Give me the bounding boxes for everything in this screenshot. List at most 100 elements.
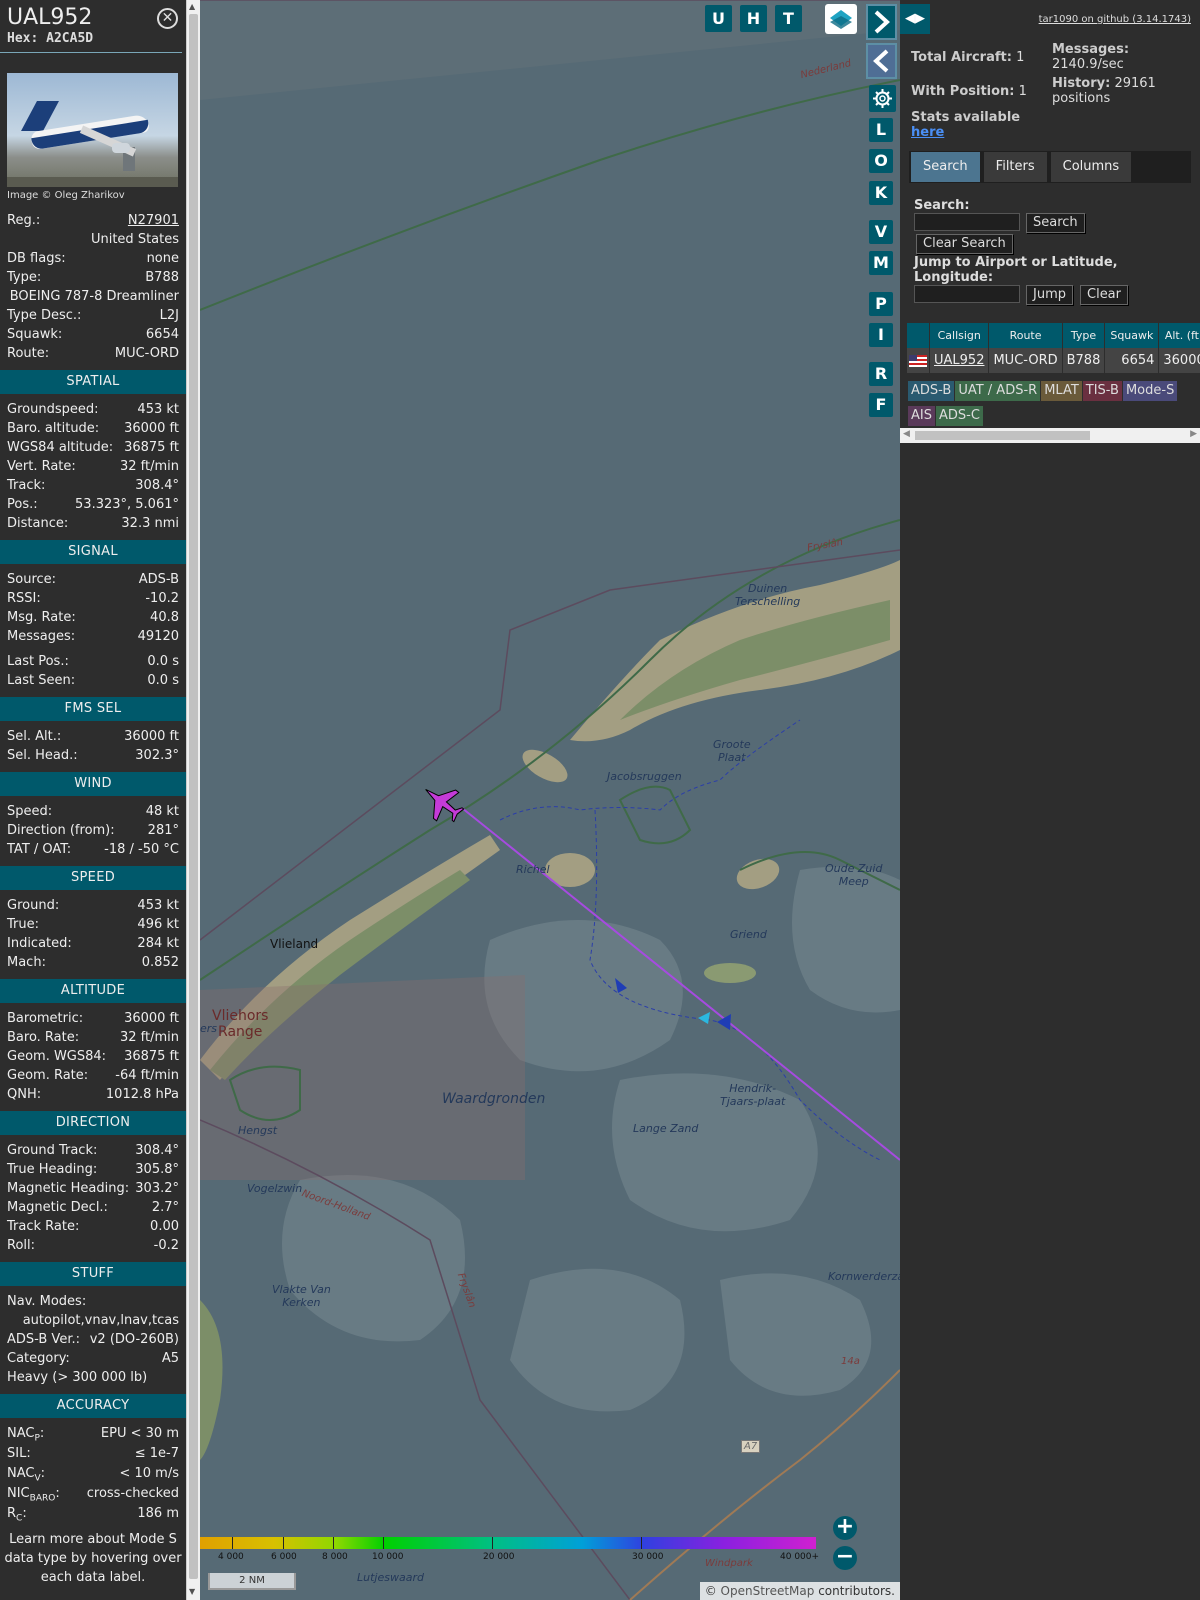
info-label: Last Pos.: bbox=[7, 654, 69, 669]
section-header-fms-sel[interactable]: FMS SEL bbox=[0, 697, 186, 721]
clear-jump-button[interactable]: Clear bbox=[1080, 285, 1128, 305]
map-toggle-m-button[interactable]: M bbox=[869, 251, 893, 275]
map-place-label: ers bbox=[200, 1022, 218, 1035]
zoom-out-button[interactable]: − bbox=[833, 1546, 857, 1570]
scroll-right-icon[interactable]: ▶ bbox=[1190, 429, 1197, 439]
map-toggle-l-button[interactable]: L bbox=[869, 118, 893, 142]
section-header-accuracy[interactable]: ACCURACY bbox=[0, 1394, 186, 1418]
info-label: Mach: bbox=[7, 955, 46, 970]
info-label: Last Seen: bbox=[7, 673, 76, 688]
map-toggle-u-button[interactable]: U bbox=[705, 5, 732, 32]
section-header-signal[interactable]: SIGNAL bbox=[0, 540, 186, 564]
close-info-icon[interactable]: ✕ bbox=[157, 8, 178, 29]
table-row[interactable]: UAL952 MUC-ORDB788665436000 bbox=[907, 348, 1200, 373]
registration-link[interactable]: N27901 bbox=[128, 213, 179, 228]
info-value: 32 ft/min bbox=[119, 1030, 179, 1045]
map-place-label: Lutjeswaard bbox=[357, 1571, 424, 1584]
info-value: 36000 ft bbox=[124, 1011, 179, 1026]
layers-button[interactable] bbox=[825, 4, 857, 34]
map-toggle-r-button[interactable]: R bbox=[869, 362, 893, 386]
column-header[interactable]: Type bbox=[1062, 323, 1106, 348]
info-value: 284 kt bbox=[137, 936, 179, 951]
map-view[interactable]: Nederland Fryslân Duinen Terschelling Groot… bbox=[200, 0, 900, 1600]
scrollbar-thumb[interactable] bbox=[189, 14, 198, 1579]
map-back-button[interactable] bbox=[866, 43, 897, 79]
map-toggle-v-button[interactable]: V bbox=[869, 220, 893, 244]
column-header[interactable]: Route bbox=[988, 323, 1063, 348]
section-header-altitude[interactable]: ALTITUDE bbox=[0, 979, 186, 1003]
info-row: Heavy (> 300 000 lb) bbox=[0, 1368, 186, 1387]
expand-sidebar-button[interactable]: ◀▶ bbox=[900, 4, 930, 34]
map-toggle-o-button[interactable]: O bbox=[869, 149, 893, 173]
info-label: QNH: bbox=[7, 1087, 42, 1102]
map-toggle-f-button[interactable]: F bbox=[869, 393, 893, 417]
info-value: 0.0 s bbox=[147, 654, 179, 669]
search-button[interactable]: Search bbox=[1026, 213, 1085, 233]
scroll-down-icon[interactable]: ▼ bbox=[189, 1587, 195, 1596]
section-header-speed[interactable]: SPEED bbox=[0, 866, 186, 890]
map-toggle-h-button[interactable]: H bbox=[740, 5, 767, 32]
clear-search-button[interactable]: Clear Search bbox=[916, 234, 1013, 254]
osm-link[interactable]: OpenStreetMap bbox=[721, 1584, 815, 1598]
map-forward-button[interactable] bbox=[866, 4, 897, 40]
info-label: Roll: bbox=[7, 1238, 36, 1253]
altitude-legend-label: 20 000 bbox=[483, 1552, 515, 1562]
map-place-label: Windpark bbox=[705, 1558, 753, 1569]
scroll-left-icon[interactable]: ◀ bbox=[903, 429, 910, 439]
tab-search[interactable]: Search bbox=[911, 152, 980, 182]
zoom-in-button[interactable]: + bbox=[833, 1516, 857, 1540]
cell-alt: 36000 bbox=[1158, 348, 1200, 373]
aircraft-photo[interactable] bbox=[7, 73, 178, 187]
scroll-up-icon[interactable]: ▲ bbox=[189, 2, 195, 11]
section-header-spatial[interactable]: SPATIAL bbox=[0, 370, 186, 394]
column-header[interactable]: Squawk bbox=[1104, 323, 1160, 348]
accuracy-row: RC: 186 m bbox=[0, 1504, 186, 1524]
map-toggle-i-button[interactable]: I bbox=[869, 323, 893, 347]
accuracy-label[interactable]: SIL: bbox=[7, 1444, 31, 1464]
source-badge: Mode-S bbox=[1122, 381, 1178, 401]
table-horizontal-scrollbar[interactable]: ◀ ▶ bbox=[900, 428, 1200, 443]
accuracy-label[interactable]: NACV: bbox=[7, 1464, 45, 1484]
column-header[interactable] bbox=[907, 323, 930, 348]
info-label: Baro. altitude: bbox=[7, 421, 100, 436]
jump-input[interactable] bbox=[914, 285, 1020, 303]
section-header-direction[interactable]: DIRECTION bbox=[0, 1111, 186, 1135]
accuracy-label[interactable]: RC: bbox=[7, 1504, 27, 1524]
map-place-label: Kornwerderzan bbox=[828, 1270, 900, 1283]
column-header[interactable]: Callsign bbox=[929, 323, 990, 348]
info-row: QNH: 1012.8 hPa bbox=[0, 1085, 186, 1104]
column-header[interactable]: Alt. (ft) bbox=[1158, 323, 1200, 348]
info-row: Roll: -0.2 bbox=[0, 1236, 186, 1255]
source-badge: ADS-B bbox=[908, 381, 955, 401]
github-link[interactable]: tar1090 on github (3.14.1743) bbox=[1039, 14, 1191, 25]
settings-button[interactable] bbox=[869, 85, 896, 112]
info-label: Type: bbox=[7, 270, 42, 285]
accuracy-row: SIL: ≤ 1e-7 bbox=[0, 1444, 186, 1464]
map-toggle-t-button[interactable]: T bbox=[775, 5, 802, 32]
jump-button[interactable]: Jump bbox=[1026, 285, 1073, 305]
chevron-right-icon bbox=[874, 10, 890, 34]
info-row: Track Rate: 0.00 bbox=[0, 1217, 186, 1236]
info-value: 308.4° bbox=[135, 1143, 179, 1158]
tab-filters[interactable]: Filters bbox=[983, 152, 1047, 182]
map-place-label: Waardgronden bbox=[442, 1091, 546, 1107]
callsign-link[interactable]: UAL952 bbox=[934, 353, 984, 368]
section-header-wind[interactable]: WIND bbox=[0, 772, 186, 796]
info-value: BOEING 787-8 Dreamliner bbox=[9, 289, 179, 304]
map-toggle-k-button[interactable]: K bbox=[869, 181, 893, 205]
info-row: autopilot,vnav,lnav,tcas bbox=[0, 1311, 186, 1330]
accuracy-label[interactable]: NACP: bbox=[7, 1424, 44, 1444]
accuracy-label[interactable]: NICBARO: bbox=[7, 1484, 60, 1504]
hscroll-thumb[interactable] bbox=[915, 431, 1090, 440]
section-header-stuff[interactable]: STUFF bbox=[0, 1262, 186, 1286]
stats-here-link[interactable]: here bbox=[911, 125, 944, 140]
info-panel-scrollbar[interactable]: ▲ ▼ bbox=[186, 0, 200, 1600]
info-value: 36000 ft bbox=[124, 729, 179, 744]
tab-columns[interactable]: Columns bbox=[1050, 152, 1132, 182]
map-toggle-p-button[interactable]: P bbox=[869, 292, 893, 316]
search-input[interactable] bbox=[914, 213, 1020, 231]
messages-stat: Messages: 2140.9/sec bbox=[1052, 42, 1130, 72]
map-place-label: Richel bbox=[516, 863, 550, 876]
info-row: DB flags: none bbox=[0, 249, 186, 268]
info-row: Geom. WGS84: 36875 ft bbox=[0, 1047, 186, 1066]
